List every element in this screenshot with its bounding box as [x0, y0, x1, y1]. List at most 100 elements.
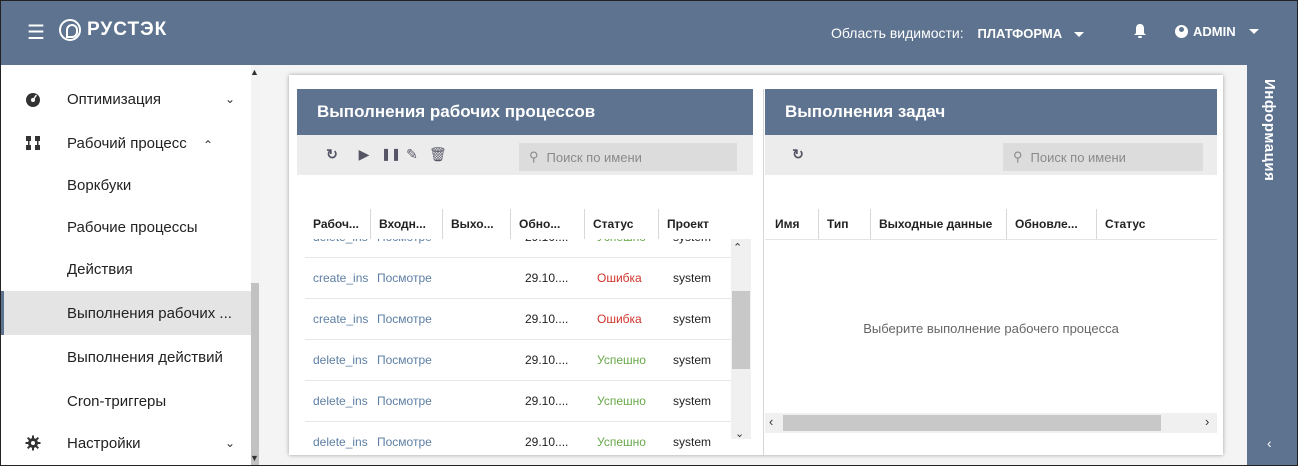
- sidebar-item-workflow[interactable]: Рабочий процесс ⌃: [1, 121, 251, 165]
- column-header[interactable]: Рабоч...: [305, 209, 371, 239]
- workflow-search-input[interactable]: ⚲ Поиск по имени: [519, 143, 737, 171]
- gauge-icon: [26, 93, 40, 107]
- cell-name[interactable]: delete_ins: [313, 239, 373, 257]
- table-row[interactable]: delete_ins Посмотре 29.10.... Успешно sy…: [305, 239, 737, 258]
- sidebar-item-action-executions[interactable]: Выполнения действий: [1, 335, 251, 379]
- scope-selector[interactable]: Область видимости: ПЛАТФОРМА: [831, 25, 1084, 41]
- sidebar-item-label: Выполнения рабочих ...: [67, 304, 232, 322]
- column-header[interactable]: Выходные данные: [871, 209, 1007, 239]
- sidebar-item-label: Воркбуки: [67, 176, 132, 194]
- sidebar-item-workflows[interactable]: Рабочие процессы: [1, 205, 251, 249]
- cell-name[interactable]: delete_ins: [313, 340, 373, 380]
- scroll-left-icon[interactable]: ‹: [769, 414, 773, 429]
- user-icon: [1175, 25, 1188, 38]
- info-panel-label: Информация: [1261, 79, 1278, 182]
- user-menu[interactable]: ADMIN: [1175, 24, 1259, 39]
- sidebar-item-label: Рабочий процесс: [67, 134, 187, 152]
- cell-input[interactable]: Посмотре: [377, 422, 445, 455]
- column-header[interactable]: Проект: [659, 209, 729, 239]
- cell-name[interactable]: delete_ins: [313, 381, 373, 421]
- table-row[interactable]: delete_ins Посмотре 29.10.... Успешно sy…: [305, 381, 737, 422]
- table-row[interactable]: delete_ins Посмотре 29.10.... Успешно sy…: [305, 340, 737, 381]
- task-executions-header: Выполнения задач: [765, 89, 1217, 135]
- empty-state-text: Выберите выполнение рабочего процесса: [863, 321, 1119, 336]
- search-icon: ⚲: [529, 149, 539, 164]
- sidebar-item-cron-triggers[interactable]: Cron-триггеры: [1, 379, 251, 423]
- column-header[interactable]: Статус: [585, 209, 659, 239]
- chevron-down-icon: [1248, 29, 1259, 34]
- sidebar-item-label: Действия: [67, 260, 133, 278]
- scope-value: ПЛАТФОРМА: [977, 26, 1063, 41]
- cell-status: Успешно: [597, 435, 646, 449]
- menu-icon[interactable]: ☰: [27, 23, 45, 43]
- scroll-down-icon[interactable]: ▼: [250, 453, 259, 463]
- cell-input[interactable]: Посмотре: [377, 299, 445, 339]
- cell-updated: 29.10....: [525, 353, 569, 367]
- info-panel-toggle[interactable]: Информация ‹: [1247, 65, 1297, 465]
- chevron-up-icon: ⌃: [203, 138, 214, 152]
- main-content: Выполнения рабочих процессов ↻ ▶ ❚❚ ✎ 🗑 …: [259, 65, 1247, 465]
- sidebar-scroll-thumb[interactable]: [251, 283, 259, 465]
- header-divider: [765, 239, 1217, 240]
- tasks-search-input[interactable]: ⚲ Поиск по имени: [1003, 143, 1203, 171]
- user-name: ADMIN: [1193, 24, 1236, 39]
- cell-name[interactable]: create_ins: [313, 258, 373, 298]
- cell-input[interactable]: Посмотре: [377, 340, 445, 380]
- table-row[interactable]: create_ins Посмотре 29.10.... Ошибка sys…: [305, 299, 737, 340]
- tasks-scroll-thumb[interactable]: [783, 415, 1161, 431]
- sidebar-item-label: Настройки: [67, 434, 141, 452]
- trash-icon[interactable]: 🗑: [429, 147, 447, 161]
- play-icon[interactable]: ▶: [357, 147, 371, 161]
- cell-project: system: [673, 239, 723, 257]
- edit-icon[interactable]: ✎: [405, 147, 419, 161]
- column-header[interactable]: Выхо...: [443, 209, 511, 239]
- cell-project: system: [673, 271, 712, 285]
- panel-title: Выполнения рабочих процессов: [317, 102, 596, 121]
- cell-status: Ошибка: [597, 312, 642, 326]
- sidebar-item-settings[interactable]: Настройки ⌄: [1, 421, 251, 465]
- cell-name[interactable]: delete_ins: [313, 422, 373, 455]
- column-header[interactable]: Статус: [1097, 209, 1215, 239]
- table-row[interactable]: delete_ins Посмотре 29.10.... Успешно sy…: [305, 422, 737, 455]
- column-header[interactable]: Входн...: [371, 209, 443, 239]
- column-header[interactable]: Обно...: [511, 209, 585, 239]
- pause-icon[interactable]: ❚❚: [381, 147, 401, 161]
- column-header[interactable]: Обновле...: [1007, 209, 1097, 239]
- refresh-icon[interactable]: ↻: [791, 147, 805, 161]
- scroll-right-icon[interactable]: ›: [1205, 414, 1209, 429]
- logo[interactable]: РУСТЭК: [59, 19, 167, 41]
- cell-input[interactable]: Посмотре: [377, 239, 445, 257]
- cell-updated: 29.10....: [525, 239, 585, 257]
- scroll-down-icon[interactable]: ⌄: [735, 427, 744, 440]
- tasks-toolbar: ↻ ⚲ Поиск по имени: [765, 135, 1217, 175]
- workflow-scroll-thumb[interactable]: [732, 291, 750, 369]
- table-row[interactable]: create_ins Посмотре 29.10.... Ошибка sys…: [305, 258, 737, 299]
- scroll-up-icon[interactable]: ▲: [250, 67, 259, 77]
- scroll-up-icon[interactable]: ⌃: [733, 241, 742, 254]
- column-header[interactable]: Тип: [819, 209, 871, 239]
- cell-updated: 29.10....: [525, 271, 569, 285]
- search-icon: ⚲: [1013, 149, 1023, 164]
- sidebar-item-optimization[interactable]: Оптимизация ⌄: [1, 77, 251, 121]
- sidebar-item-label: Выполнения действий: [67, 348, 223, 366]
- cell-project: system: [673, 394, 712, 408]
- cell-project: system: [673, 312, 712, 326]
- cell-updated: 29.10....: [525, 394, 569, 408]
- sidebar-item-workflow-executions[interactable]: Выполнения рабочих ...: [1, 291, 251, 335]
- bell-icon[interactable]: [1133, 23, 1147, 39]
- sidebar-item-workbooks[interactable]: Воркбуки: [1, 163, 251, 207]
- cell-input[interactable]: Посмотре: [377, 381, 445, 421]
- cell-name[interactable]: create_ins: [313, 299, 373, 339]
- column-header[interactable]: Имя: [767, 209, 819, 239]
- refresh-icon[interactable]: ↻: [325, 147, 339, 161]
- chevron-left-icon[interactable]: ‹: [1267, 435, 1272, 451]
- panel-divider: [763, 89, 764, 455]
- cell-input[interactable]: Посмотре: [377, 258, 445, 298]
- sidebar: Оптимизация ⌄ Рабочий процесс ⌃ Воркбуки…: [1, 65, 259, 465]
- top-bar: ☰ РУСТЭК Область видимости: ПЛАТФОРМА AD…: [1, 1, 1297, 65]
- sidebar-item-actions[interactable]: Действия: [1, 247, 251, 291]
- cell-updated: 29.10....: [525, 312, 569, 326]
- logo-text: РУСТЭК: [87, 19, 168, 40]
- scope-label: Область видимости:: [831, 25, 964, 41]
- cell-status: Успешно: [597, 353, 646, 367]
